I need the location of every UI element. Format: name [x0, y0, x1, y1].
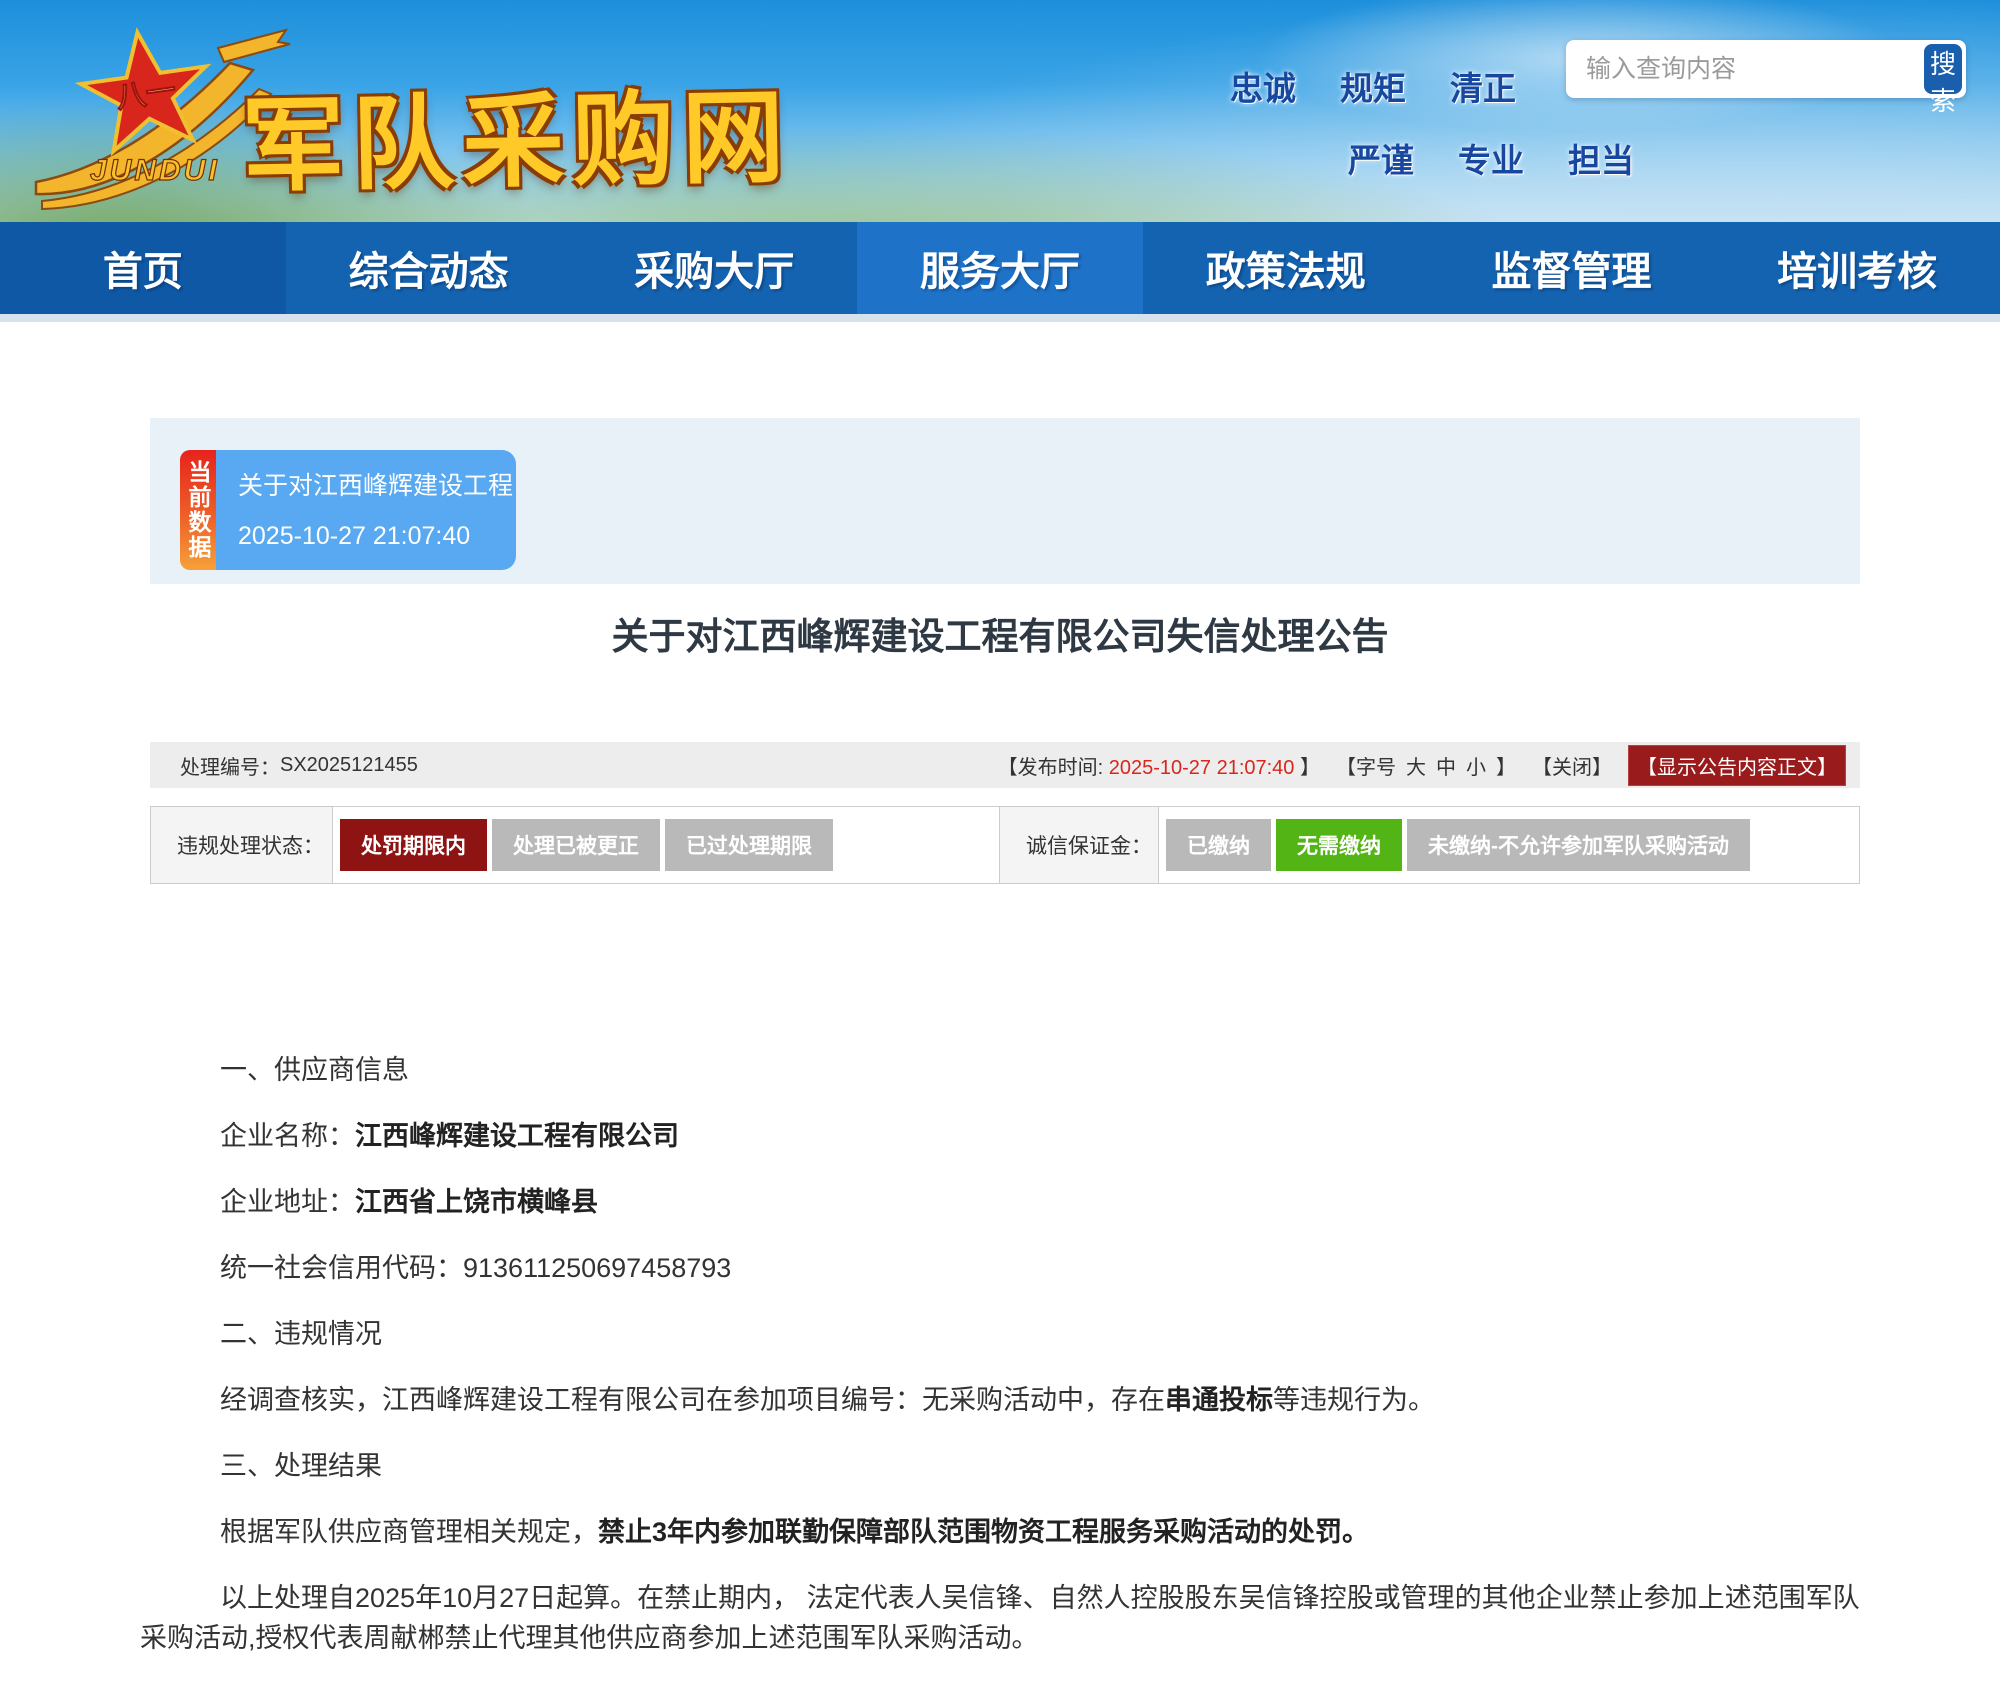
body-paragraph: 二、违规情况	[140, 1314, 1860, 1354]
page-title: 关于对江西峰辉建设工程有限公司失信处理公告	[0, 606, 2000, 660]
current-data-tag: 当前数据	[180, 450, 216, 570]
body-paragraph: 三、处理结果	[140, 1446, 1860, 1486]
svg-text:JUNDUI: JUNDUI	[90, 154, 220, 187]
slogan-word: 忠诚	[1230, 62, 1296, 110]
text-segment: 统一社会信用代码：	[220, 1253, 463, 1283]
text-segment: 一、供应商信息	[220, 1055, 409, 1085]
font-size-medium[interactable]: 中	[1436, 751, 1456, 780]
current-data-body: 关于对江西峰辉建设工程 2025-10-27 21:07:40	[216, 450, 516, 570]
nav-item-home[interactable]: 首页	[0, 222, 286, 314]
slogan-line2: 严谨专业担当	[1348, 134, 1650, 182]
violation-status-options: 处罚期限内处理已被更正已过处理期限	[333, 807, 999, 883]
current-data-timestamp: 2025-10-27 21:07:40	[238, 522, 516, 551]
current-data-card[interactable]: 当前数据 关于对江西峰辉建设工程 2025-10-27 21:07:40	[180, 450, 516, 570]
main-nav: 首页综合动态采购大厅服务大厅政策法规监督管理培训考核	[0, 222, 2000, 314]
publish-time-suffix: 】	[1300, 757, 1320, 779]
body-paragraph: 以上处理自2025年10月27日起算。在禁止期内， 法定代表人吴信锋、自然人控股…	[140, 1578, 1860, 1658]
status-option-in-penalty-period[interactable]: 处罚期限内	[340, 819, 487, 871]
nav-item-news[interactable]: 综合动态	[286, 222, 572, 314]
body-paragraph: 一、供应商信息	[140, 1050, 1860, 1090]
text-segment: 江西省上饶市横峰县	[355, 1187, 598, 1217]
slogan-word: 专业	[1458, 134, 1524, 182]
font-size-control: 【字号 大 中 小 】	[1336, 751, 1516, 780]
font-size-suffix: 】	[1496, 751, 1516, 780]
body-paragraph: 统一社会信用代码：913611250697458793	[140, 1248, 1860, 1288]
deposit-status-options: 已缴纳无需缴纳未缴纳-不允许参加军队采购活动	[1159, 807, 1859, 883]
publish-time-prefix: 【发布时间:	[998, 757, 1104, 779]
publish-time-value: 2025-10-27 21:07:40	[1109, 757, 1295, 779]
article-body: 一、供应商信息企业名称：江西峰辉建设工程有限公司企业地址：江西省上饶市横峰县统一…	[140, 884, 1860, 1658]
meta-actions: 【发布时间: 2025-10-27 21:07:40 】 【字号 大 中 小 】…	[998, 745, 1846, 786]
process-number-value: SX2025121455	[280, 754, 418, 777]
text-segment: 江西峰辉建设工程有限公司	[355, 1121, 679, 1151]
text-segment: 经调查核实，江西峰辉建设工程有限公司在参加项目编号：无采购活动中，存在	[220, 1385, 1165, 1415]
nav-item-training[interactable]: 培训考核	[1714, 222, 2000, 314]
text-segment: 以上处理自2025年10月27日起算。在禁止期内， 法定代表人吴信锋、自然人控股…	[140, 1583, 1860, 1653]
slogan-word: 清正	[1450, 62, 1516, 110]
site-title: 军队采购网	[241, 55, 803, 212]
status-option-period-expired[interactable]: 已过处理期限	[665, 819, 833, 871]
status-option-not-required[interactable]: 无需缴纳	[1276, 819, 1402, 871]
status-option-paid[interactable]: 已缴纳	[1166, 819, 1271, 871]
body-paragraph: 根据军队供应商管理相关规定，禁止3年内参加联勤保障部队范围物资工程服务采购活动的…	[140, 1512, 1860, 1552]
status-option-corrected[interactable]: 处理已被更正	[492, 819, 660, 871]
body-paragraph: 企业地址：江西省上饶市横峰县	[140, 1182, 1860, 1222]
current-data-title: 关于对江西峰辉建设工程	[238, 466, 516, 502]
deposit-status-label: 诚信保证金：	[999, 807, 1159, 883]
text-segment: 二、违规情况	[220, 1319, 382, 1349]
header-banner: 八一 JUNDUI 军队采购网 忠诚规矩清正 严谨专业担当 搜索	[0, 0, 2000, 222]
publish-time: 【发布时间: 2025-10-27 21:07:40 】	[998, 751, 1320, 780]
text-segment: 根据军队供应商管理相关规定，	[220, 1517, 598, 1547]
current-data-panel: 当前数据 关于对江西峰辉建设工程 2025-10-27 21:07:40	[150, 418, 1860, 584]
status-row: 违规处理状态： 处罚期限内处理已被更正已过处理期限 诚信保证金： 已缴纳无需缴纳…	[150, 806, 1860, 884]
text-segment: 三、处理结果	[220, 1451, 382, 1481]
process-number-label: 处理编号：	[180, 751, 280, 780]
slogan-word: 严谨	[1348, 134, 1414, 182]
text-segment: 等违规行为。	[1273, 1385, 1435, 1415]
text-segment: 禁止3年内参加联勤保障部队范围物资工程服务采购活动的处罚。	[598, 1517, 1369, 1547]
close-button[interactable]: 【关闭】	[1532, 751, 1612, 780]
nav-bottom-strip	[0, 314, 2000, 322]
nav-item-procurement-hall[interactable]: 采购大厅	[571, 222, 857, 314]
slogan-word: 担当	[1568, 134, 1634, 182]
nav-item-service-hall[interactable]: 服务大厅	[857, 222, 1143, 314]
text-segment: 企业地址：	[220, 1187, 355, 1217]
body-paragraph: 经调查核实，江西峰辉建设工程有限公司在参加项目编号：无采购活动中，存在串通投标等…	[140, 1380, 1860, 1420]
nav-item-supervision[interactable]: 监督管理	[1429, 222, 1715, 314]
search-input[interactable]	[1570, 55, 1924, 84]
show-content-button[interactable]: 【显示公告内容正文】	[1628, 745, 1846, 786]
text-segment: 串通投标	[1165, 1385, 1273, 1415]
text-segment: 企业名称：	[220, 1121, 355, 1151]
search-box: 搜索	[1566, 40, 1966, 98]
font-size-small[interactable]: 小	[1466, 751, 1486, 780]
nav-item-policy[interactable]: 政策法规	[1143, 222, 1429, 314]
search-button[interactable]: 搜索	[1924, 44, 1962, 94]
violation-status-label: 违规处理状态：	[151, 807, 333, 883]
text-segment: 913611250697458793	[463, 1253, 731, 1283]
font-size-prefix: 【字号	[1336, 751, 1396, 780]
slogan-word: 规矩	[1340, 62, 1406, 110]
font-size-large[interactable]: 大	[1406, 751, 1426, 780]
body-paragraph: 企业名称：江西峰辉建设工程有限公司	[140, 1116, 1860, 1156]
status-option-unpaid-banned[interactable]: 未缴纳-不允许参加军队采购活动	[1407, 819, 1750, 871]
article-meta-bar: 处理编号： SX2025121455 【发布时间: 2025-10-27 21:…	[150, 742, 1860, 788]
process-number: 处理编号： SX2025121455	[180, 751, 418, 780]
